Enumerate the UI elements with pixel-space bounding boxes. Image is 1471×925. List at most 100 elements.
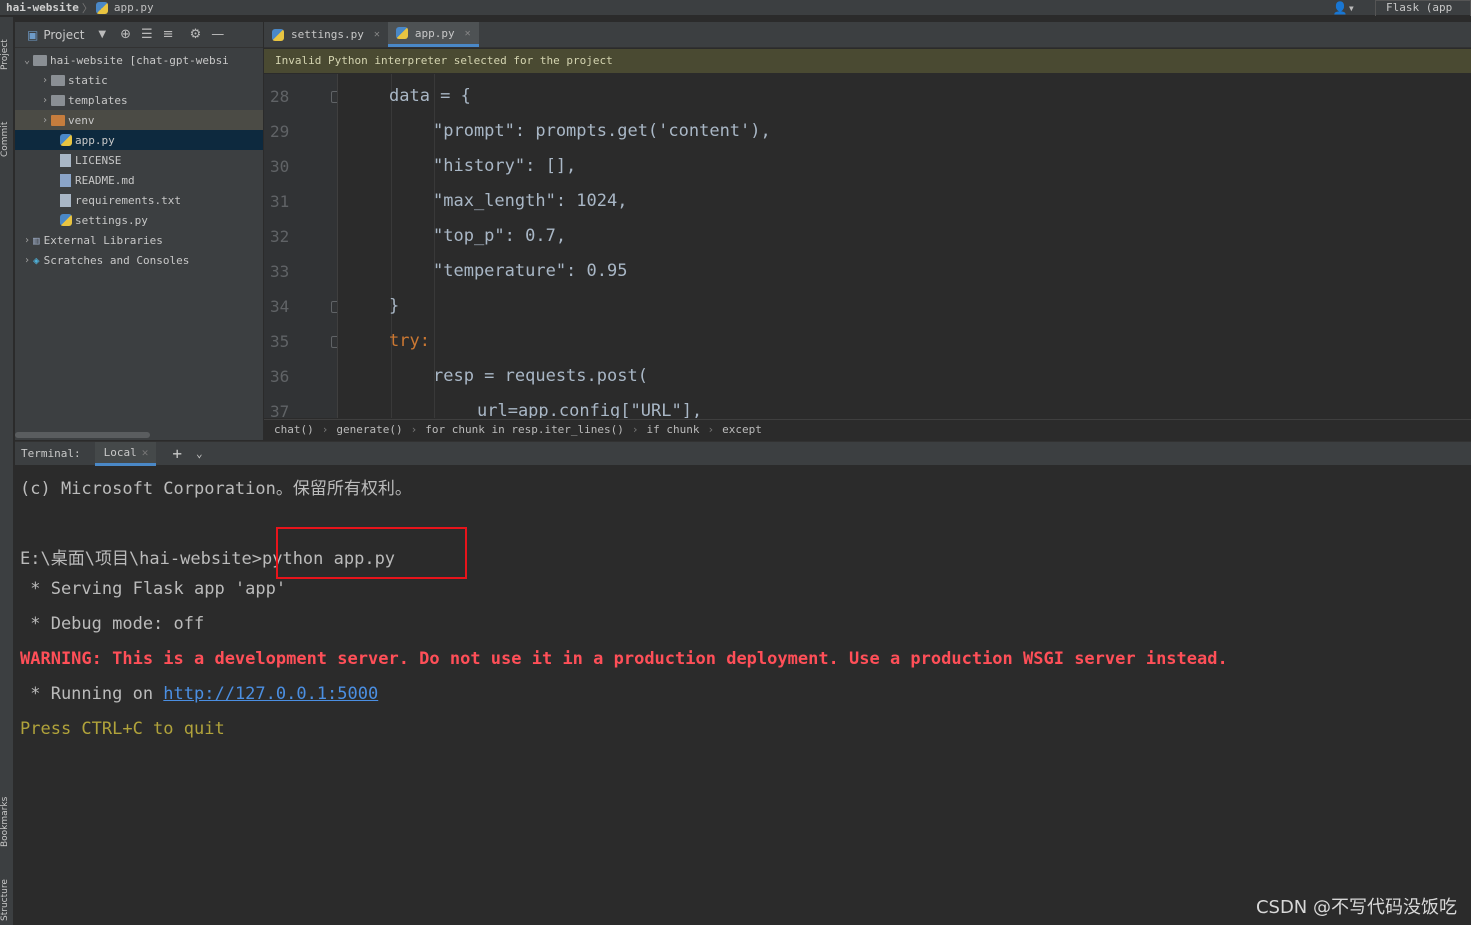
- locate-icon[interactable]: ⊕: [120, 27, 131, 42]
- nav-file-crumb[interactable]: app.py: [95, 1, 154, 14]
- close-icon[interactable]: ✕: [374, 29, 380, 40]
- tree-item-scratches[interactable]: › ◈ Scratches and Consoles: [15, 250, 263, 270]
- text-file-icon: [60, 193, 71, 207]
- chevron-down-icon[interactable]: ▼: [98, 29, 106, 40]
- tree-item-label: LICENSE: [75, 153, 122, 167]
- chevron-right-icon[interactable]: ›: [39, 95, 51, 106]
- terminal-line: (c) Microsoft Corporation。保留所有权利。: [20, 479, 412, 499]
- bookmarks-tool-button[interactable]: Bookmarks: [0, 782, 14, 862]
- folder-icon: [51, 94, 65, 106]
- breadcrumb-for-chunk[interactable]: for chunk in resp.iter_lines(): [425, 423, 624, 436]
- chevron-right-icon[interactable]: ›: [21, 255, 33, 266]
- code-text: url=app.config["URL"],: [477, 401, 703, 418]
- editor-gutter: 28 29 30 31 32 33 34 35 36 37: [264, 74, 338, 418]
- breadcrumb-separator: ›: [707, 423, 715, 436]
- code-line: data = {: [389, 86, 471, 106]
- fold-marker-icon[interactable]: [331, 301, 337, 313]
- code-line: "prompt": prompts.get('content'),: [433, 121, 771, 141]
- markdown-file-icon: [60, 173, 71, 187]
- code-text: }: [389, 296, 400, 316]
- gear-icon[interactable]: ⚙: [190, 27, 202, 42]
- hide-icon[interactable]: —: [211, 27, 224, 42]
- terminal-output[interactable]: (c) Microsoft Corporation。保留所有权利。 E:\桌面\…: [15, 466, 1471, 925]
- code-line: "max_length": 1024,: [433, 191, 627, 211]
- fold-marker-icon[interactable]: [331, 91, 337, 103]
- project-tool-button[interactable]: Project: [0, 25, 14, 85]
- code-text: "prompt": prompts.get('content'),: [433, 121, 771, 141]
- project-view-selector[interactable]: Project: [43, 28, 84, 42]
- tree-item-root[interactable]: ⌄ hai-website [chat-gpt-websi: [15, 50, 263, 70]
- chevron-right-icon[interactable]: ›: [39, 115, 51, 126]
- tree-item-external-libraries[interactable]: › ▥ External Libraries: [15, 230, 263, 250]
- tab-app-py[interactable]: app.py ✕: [387, 22, 479, 47]
- chevron-down-icon[interactable]: ⌄: [196, 447, 203, 460]
- tab-settings-py[interactable]: settings.py ✕: [264, 22, 388, 47]
- nav-project-crumb[interactable]: hai-website: [0, 1, 79, 14]
- horizontal-scrollbar[interactable]: [15, 432, 150, 438]
- code-text: resp = requests.post(: [433, 366, 648, 386]
- line-number: 32: [270, 227, 290, 246]
- terminal-line: Press CTRL+C to quit: [20, 719, 225, 739]
- tree-item-settings-py[interactable]: settings.py: [15, 210, 263, 230]
- python-file-icon: [60, 134, 72, 146]
- new-terminal-icon[interactable]: +: [172, 444, 182, 463]
- breadcrumb-except[interactable]: except: [722, 423, 762, 436]
- tree-item-templates[interactable]: › templates: [15, 90, 263, 110]
- collapse-all-icon[interactable]: ≡: [163, 27, 174, 42]
- chevron-down-icon[interactable]: ⌄: [21, 55, 33, 66]
- terminal-title: Terminal:: [21, 447, 81, 460]
- tab-label: app.py: [414, 26, 455, 40]
- server-url-link[interactable]: http://127.0.0.1:5000: [163, 684, 378, 704]
- terminal-line: * Running on http://127.0.0.1:5000: [20, 684, 378, 704]
- chevron-right-icon[interactable]: ›: [39, 75, 51, 86]
- line-number: 35: [270, 332, 290, 351]
- code-text: "max_length": 1024,: [433, 191, 628, 211]
- tree-item-static[interactable]: › static: [15, 70, 263, 90]
- breadcrumb-chat[interactable]: chat(): [274, 423, 314, 436]
- close-icon[interactable]: ✕: [465, 28, 471, 39]
- indent-guide: [391, 74, 392, 418]
- line-number: 36: [270, 367, 290, 386]
- breadcrumb-generate[interactable]: generate(): [336, 423, 402, 436]
- interpreter-warning-banner: Invalid Python interpreter selected for …: [264, 49, 1471, 73]
- close-icon[interactable]: ✕: [142, 446, 149, 459]
- navbar-right: 👤▾ Flask (app: [1333, 0, 1471, 16]
- tab-terminal-local[interactable]: Local ✕: [94, 441, 157, 466]
- navigation-bar: hai-website 〉 app.py 👤▾ Flask (app: [0, 0, 1471, 16]
- line-number: 31: [270, 192, 290, 211]
- code-editor[interactable]: data = { "prompt": prompts.get('content'…: [339, 74, 1471, 418]
- run-configuration-selector[interactable]: Flask (app: [1375, 0, 1471, 16]
- code-line: "top_p": 0.7,: [433, 226, 566, 246]
- breadcrumb-if-chunk[interactable]: if chunk: [647, 423, 700, 436]
- nav-file-label: app.py: [113, 1, 154, 14]
- expand-all-icon[interactable]: ☰: [141, 27, 153, 42]
- tree-item-app-py[interactable]: app.py: [15, 130, 263, 150]
- terminal-header: Terminal: Local ✕ + ⌄: [15, 441, 1471, 466]
- folder-icon: [33, 54, 47, 66]
- left-tool-strip: Project Commit Bookmarks Structure: [0, 17, 14, 925]
- breadcrumb-separator: ›: [631, 423, 639, 436]
- breadcrumb-separator: ›: [321, 423, 329, 436]
- tree-item-label: requirements.txt: [75, 193, 181, 207]
- code-text: data = {: [389, 86, 471, 106]
- structure-tool-button[interactable]: Structure: [0, 875, 14, 925]
- terminal-line-text: * Running on: [20, 684, 164, 704]
- code-line: try:: [389, 331, 430, 351]
- terminal-line: * Debug mode: off: [20, 614, 205, 634]
- chevron-right-icon[interactable]: ›: [21, 235, 33, 246]
- fold-marker-icon[interactable]: [331, 336, 337, 348]
- line-number: 37: [270, 402, 290, 418]
- project-panel: ▣ Project ▼ ⊕ ☰ ≡ ⚙ — ⌄ hai-website [cha…: [15, 22, 263, 440]
- watermark: CSDN @不写代码没饭吃: [1255, 897, 1457, 918]
- tree-item-venv[interactable]: › venv: [15, 110, 263, 130]
- tree-item-requirements[interactable]: requirements.txt: [15, 190, 263, 210]
- terminal-tab-label: Local: [103, 445, 137, 459]
- tree-item-label: templates: [68, 93, 128, 107]
- code-line: "history": [],: [433, 156, 576, 176]
- tree-item-label: static: [68, 73, 108, 87]
- commit-tool-button[interactable]: Commit: [0, 109, 14, 169]
- line-number: 33: [270, 262, 290, 281]
- user-icon[interactable]: 👤▾: [1333, 1, 1355, 15]
- tree-item-readme[interactable]: README.md: [15, 170, 263, 190]
- tree-item-license[interactable]: LICENSE: [15, 150, 263, 170]
